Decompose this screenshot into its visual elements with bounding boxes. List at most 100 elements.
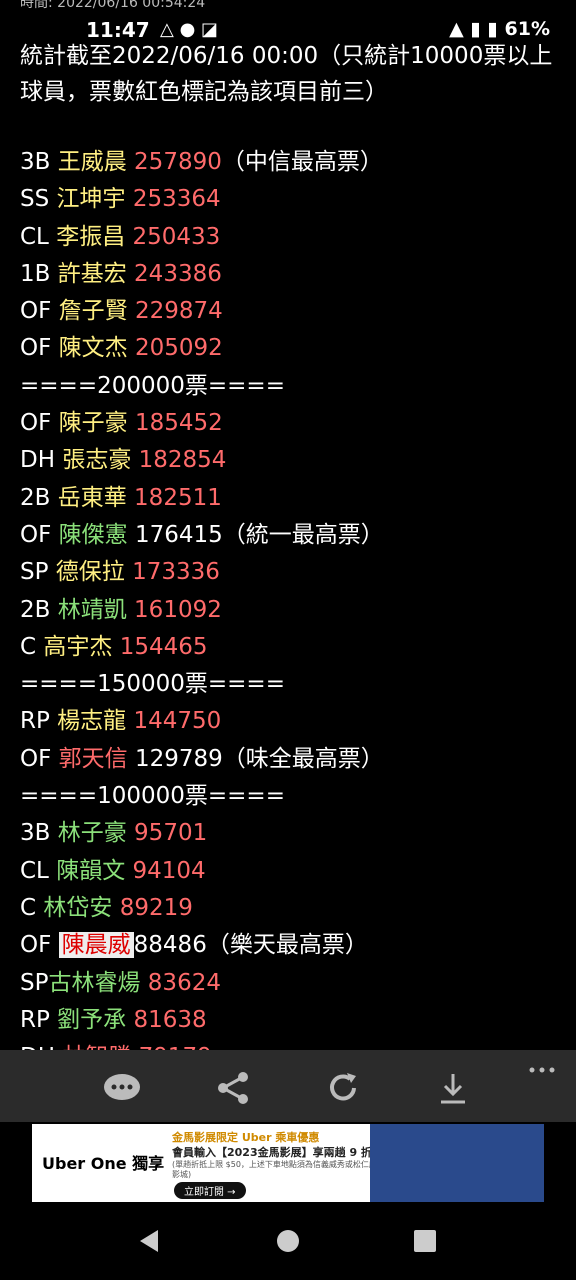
player-position: SS [20,186,50,213]
player-position: OF [20,410,52,437]
player-name: 德保拉 [55,559,125,586]
player-position: RP [20,708,50,735]
more-icon[interactable] [522,1050,562,1090]
vote-count: 173336 [132,559,220,586]
player-name: 李振昌 [56,223,126,250]
player-position: OF [20,745,52,772]
vote-count: 81638 [133,1006,207,1033]
refresh-icon[interactable] [323,1068,363,1108]
player-name: 許基宏 [57,260,127,287]
comment-icon[interactable] [102,1068,142,1108]
player-position: CL [20,223,49,250]
download-icon[interactable] [433,1068,473,1108]
vote-count: 243386 [134,260,222,287]
vote-count: 257890 [134,149,222,175]
vote-row: C 林岱安 89219 [0,890,576,927]
player-name: 張志豪 [62,447,132,474]
player-name: 林靖凱 [57,596,127,623]
vote-count: 83624 [147,969,221,996]
player-name: 郭天信 [58,745,128,772]
share-icon[interactable] [213,1068,253,1108]
ad-body: 會員輸入【2023金馬影展】享兩趟 9 折 [172,1146,372,1159]
player-name: 林子豪 [57,820,127,847]
vote-count: 161092 [134,596,222,623]
player-position: C [20,633,37,660]
vote-row: CL 李振昌 250433 [0,219,576,256]
vote-count: 229874 [134,298,223,325]
player-position: 1B [20,260,51,287]
player-name: 劉予承 [57,1006,127,1033]
vote-row: OF 陳子豪 185452 [0,405,576,442]
vote-row: OF 陳晨威 88486（樂天最高票） [0,927,576,964]
vote-count: 205092 [134,335,223,362]
notification-icons: △ ● ◪ [160,19,218,40]
player-position: CL [20,857,49,884]
vote-row: 2B 林靖凱 161092 [0,592,576,629]
ad-cta-button[interactable]: 立即訂閱 → [174,1182,246,1199]
battery-level: 61% [504,18,550,40]
vote-row: OF 詹子賢 229874 [0,293,576,330]
home-icon[interactable] [276,1229,300,1257]
vote-count: 144750 [133,708,222,735]
player-name: 王威晨 [57,149,127,175]
ad-banner[interactable]: Uber One 獨享 金馬影展限定 Uber 乘車優惠 會員輸入【2023金馬… [32,1124,544,1202]
team-top-note: （樂天最高票） [206,932,368,959]
ad-image [370,1124,544,1202]
player-name: 陳韻文 [56,857,126,884]
vote-count: 253364 [132,186,221,213]
player-name: 陳晨威 [58,932,134,959]
ad-text: 金馬影展限定 Uber 乘車優惠 會員輸入【2023金馬影展】享兩趟 9 折 (… [172,1130,392,1180]
vote-row: RP 楊志龍 144750 [0,703,576,740]
player-name: 陳傑憲 [58,521,128,548]
signal-icon: ▮ [470,18,481,40]
player-position: OF [20,521,52,548]
player-name: 高宇杰 [43,633,113,660]
player-name: 岳東華 [57,484,127,511]
vote-count: 89219 [119,894,193,921]
ad-brand: Uber One 獨享 [42,1154,165,1173]
bottom-toolbar [0,1050,576,1122]
player-name: 古林睿煬 [48,969,141,996]
player-position: 3B [20,149,51,175]
vote-count: 95701 [134,820,208,847]
team-top-note: （味全最高票） [222,745,384,772]
vote-threshold-separator: ====150000票==== [20,671,285,698]
vote-count: 250433 [132,223,221,250]
wifi-icon: ▲ [449,18,464,40]
player-position: C [20,894,37,921]
status-right: ▲ ▮ ▮ 61% [449,18,550,40]
player-position: RP [20,1006,50,1033]
vote-row: SP 德保拉 173336 [0,554,576,591]
vote-row: CL 陳韻文 94104 [0,853,576,890]
back-icon[interactable] [136,1228,162,1258]
recents-icon[interactable] [414,1230,436,1256]
vote-row: SS 江坤宇 253364 [0,181,576,218]
vote-row: OF 郭天信 129789（味全最高票） [0,741,576,778]
player-position: 2B [20,596,51,623]
vote-count: 182854 [138,447,227,474]
timestamp-line: 時間: 2022/06/16 00:54:24 [20,0,206,11]
player-name: 林岱安 [43,894,113,921]
intro-text: 統計截至2022/06/16 00:00（只統計10000票以上球員，票數紅色標… [20,43,553,105]
vote-count: 94104 [132,857,206,884]
vote-threshold-separator: ====100000票==== [20,783,285,810]
team-top-note: （統一最高票） [222,521,384,548]
player-name: 楊志龍 [57,708,127,735]
player-position: OF [20,298,52,325]
player-position: DH [20,447,56,474]
ad-headline: 金馬影展限定 Uber 乘車優惠 [172,1131,320,1144]
vote-row: 3B 林子豪 95701 [0,815,576,852]
vote-count: 185452 [134,410,223,437]
vote-count: 154465 [119,633,208,660]
player-position: OF [20,932,52,959]
team-top-note: （中信最高票） [221,149,383,175]
vote-count: 182511 [134,484,222,511]
vote-threshold-separator: ====200000票==== [20,372,285,399]
battery-icon: ▮ [487,18,498,40]
vote-row: 2B 岳東華 182511 [0,480,576,517]
player-position: 2B [20,484,51,511]
vote-list: 3B 王威晨 257890（中信最高票） SS 江坤宇 253364 CL 李振昌 … [0,144,576,1050]
vote-row: 3B 王威晨 257890（中信最高票） [0,144,576,181]
post-content[interactable]: 統計截至2022/06/16 00:00（只統計10000票以上球員，票數紅色標… [0,38,576,1050]
navigation-bar [0,1202,576,1280]
